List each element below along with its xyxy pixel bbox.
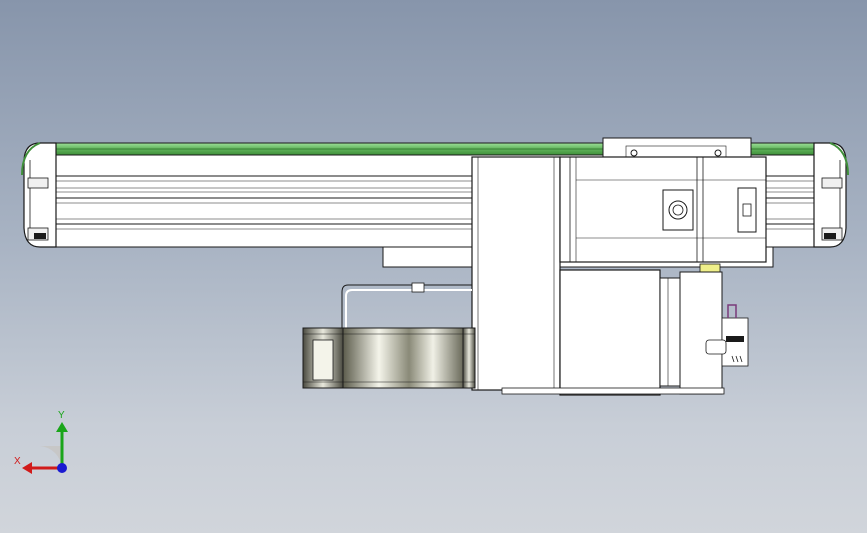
drive-roller [302,327,476,389]
guide-rod [341,282,472,330]
y-axis-label: Y [58,410,65,421]
conveyor-model[interactable] [0,0,867,533]
triad-graphic [22,422,68,474]
cad-viewport[interactable]: Y X [0,0,867,533]
x-axis-label: X [14,456,21,467]
left-end-cap [21,142,57,248]
drive-housing [471,156,561,391]
axis-triad: Y X [10,410,80,480]
motor-body [559,156,767,263]
top-bracket [602,137,752,159]
right-end-cap [813,142,849,248]
